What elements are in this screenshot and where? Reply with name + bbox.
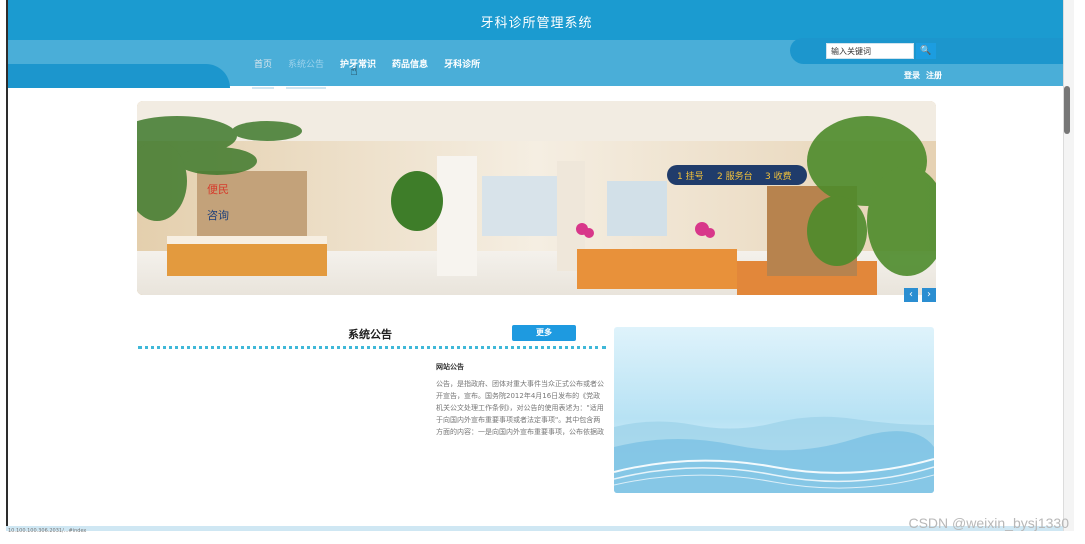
plant-center [391, 171, 443, 231]
next-slide-button[interactable]: › [922, 288, 936, 302]
browser-status-text: 10.100.100.306.2031/...#index [8, 528, 87, 534]
watermark: CSDN @weixin_bysj1330 [908, 515, 1069, 531]
site-title: 牙科诊所管理系统 [480, 16, 593, 31]
sign-service: 2 服务台 [717, 170, 753, 182]
title-bar: 牙科诊所管理系统 [8, 0, 1065, 40]
footer-bar [6, 526, 1063, 531]
scrollbar-thumb[interactable] [1064, 86, 1070, 134]
search-input[interactable]: 输入关键词 [826, 43, 914, 59]
active-indicator [252, 87, 275, 89]
banner-counter-sign: 咨询 [207, 208, 229, 222]
nav-item-label: 牙科诊所 [444, 60, 481, 70]
reception-sign-wall [197, 171, 307, 236]
search-icon: 🔍 [920, 46, 932, 56]
vertical-scrollbar[interactable] [1063, 0, 1074, 531]
hover-indicator [286, 87, 327, 89]
mouse-pointer-icon: ☝ [350, 64, 358, 79]
register-link[interactable]: 注册 [926, 70, 942, 81]
nav-item-announcements[interactable]: 系统公告 [286, 57, 327, 89]
sign-payment: 3 收费 [765, 170, 792, 182]
section-divider [138, 346, 606, 349]
search-placeholder: 输入关键词 [831, 47, 871, 56]
main-nav: 首页 系统公告 护牙常识 药品信息 牙科诊所 [252, 57, 482, 89]
chevron-left-icon: ‹ [909, 289, 913, 300]
search-button[interactable]: 🔍 [916, 43, 936, 59]
section-title: 系统公告 [348, 328, 392, 341]
notice-image [614, 327, 934, 493]
nav-item-home[interactable]: 首页 [252, 57, 275, 89]
nav-item-label: 系统公告 [288, 60, 325, 70]
banner-carousel[interactable]: 便民 咨询 1 挂号 2 服务台 3 收费 [137, 101, 936, 295]
decor-wave-left [8, 64, 230, 88]
banner-logo-text: 便民 [207, 183, 229, 196]
more-button[interactable]: 更多 [512, 325, 576, 341]
chevron-right-icon: › [927, 289, 931, 300]
banner-image: 便民 咨询 1 挂号 2 服务台 3 收费 [137, 101, 936, 295]
nav-item-label: 首页 [254, 60, 273, 70]
prev-slide-button[interactable]: ‹ [904, 288, 918, 302]
notice-item-title[interactable]: 网站公告 [436, 362, 464, 372]
nav-item-dental-clinic[interactable]: 牙科诊所 [442, 57, 482, 77]
auth-links: 登录 注册 [904, 70, 942, 81]
sign-registration: 1 挂号 [677, 170, 704, 182]
nav-item-label: 药品信息 [392, 60, 429, 70]
pillar [437, 156, 477, 276]
nav-item-medicine-info[interactable]: 药品信息 [390, 57, 430, 77]
notice-item-text: 公告，是指政府、团体对重大事件当众正式公布或者公开宣告，宣布。国务院2012年4… [436, 380, 604, 436]
login-link[interactable]: 登录 [904, 70, 920, 81]
